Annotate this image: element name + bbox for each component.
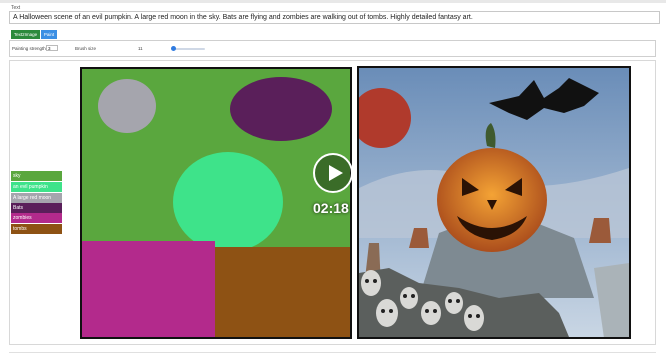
generated-image [357, 66, 631, 339]
divider [9, 352, 656, 353]
legend-item-tombs[interactable]: tombs [11, 224, 62, 234]
paint-canvas[interactable] [80, 67, 352, 339]
region-bats [230, 77, 332, 141]
legend-item-pumpkin[interactable]: an evil pumpkin [11, 182, 62, 192]
brush-size-label: Brush size [75, 46, 97, 51]
window-top-bar [0, 0, 666, 3]
tab-paint[interactable]: Paint [41, 30, 57, 39]
region-zombies [82, 241, 215, 337]
controls-panel [9, 40, 656, 57]
region-moon [98, 79, 156, 133]
prompt-input[interactable]: A Halloween scene of an evil pumpkin. A … [9, 11, 660, 24]
play-button[interactable] [313, 153, 353, 193]
region-tombs [215, 247, 350, 337]
brush-size-value: 11 [138, 46, 143, 51]
tab-text2image[interactable]: Text2Image [11, 30, 40, 39]
legend-item-moon[interactable]: A large red moon [11, 193, 62, 203]
strength-label: Painting strength [12, 46, 46, 51]
play-icon [329, 165, 343, 181]
region-pumpkin [173, 152, 283, 252]
legend-item-zombies[interactable]: zombies [11, 213, 62, 223]
brush-size-slider[interactable] [172, 48, 205, 50]
legend-item-sky[interactable]: sky [11, 171, 62, 181]
video-duration: 02:18 [313, 200, 349, 216]
brush-size-slider-thumb[interactable] [171, 46, 176, 51]
legend-item-bats[interactable]: Bats [11, 203, 62, 213]
strength-input[interactable]: 3 [46, 45, 58, 51]
